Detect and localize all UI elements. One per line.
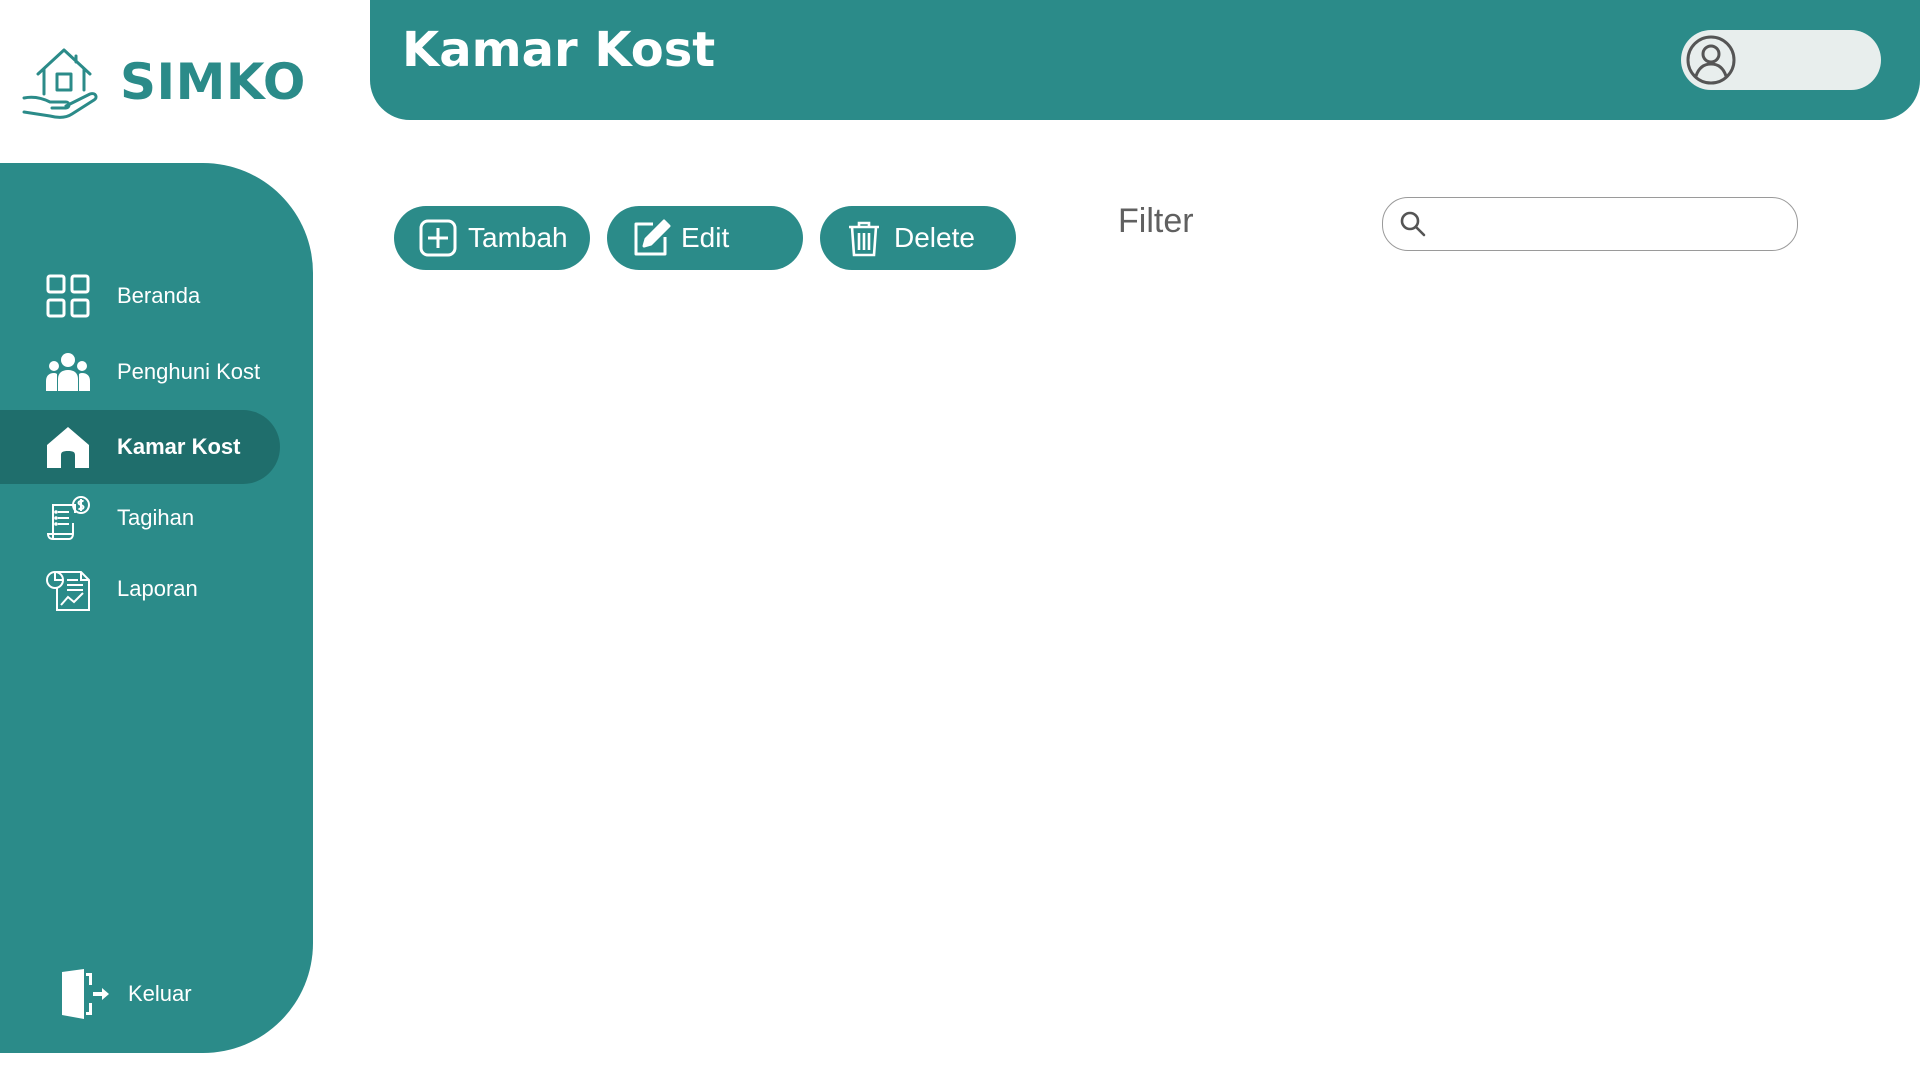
house-hand-icon (22, 48, 98, 119)
sidebar-item-label: Laporan (117, 576, 198, 601)
invoice-icon (44, 494, 92, 542)
exit-door-icon (62, 969, 109, 1019)
sidebar: Beranda Penghuni Kost Kamar Kost Tagihan… (0, 163, 313, 1053)
search-input[interactable] (1439, 206, 1783, 242)
edit-button[interactable]: Edit (607, 206, 803, 270)
search-box (1382, 197, 1798, 251)
trash-icon (849, 221, 879, 257)
profile-button[interactable] (1681, 30, 1881, 90)
report-icon (44, 565, 92, 613)
edit-icon (634, 219, 671, 256)
sidebar-item-penghuni-kost[interactable]: Penghuni Kost (0, 335, 280, 409)
home-icon (44, 423, 92, 471)
app-logo: SIMKO (20, 42, 306, 122)
sidebar-item-label: Kamar Kost (117, 434, 241, 459)
plus-square-icon (419, 219, 457, 257)
app-name: SIMKO (120, 53, 306, 111)
edit-button-label: Edit (681, 222, 730, 253)
sidebar-item-laporan[interactable]: Laporan (0, 552, 280, 626)
page-header: Kamar Kost (370, 0, 1920, 120)
logout-button[interactable]: Keluar (60, 968, 192, 1020)
sidebar-item-label: Tagihan (117, 505, 195, 530)
search-icon (1400, 211, 1426, 237)
logout-label: Keluar (128, 981, 192, 1006)
sidebar-item-label: Penghuni Kost (117, 359, 261, 384)
user-avatar-icon (1686, 35, 1736, 85)
filter-label: Filter (1118, 202, 1194, 240)
sidebar-item-beranda[interactable]: Beranda (0, 259, 280, 333)
sidebar-item-kamar-kost[interactable]: Kamar Kost (0, 410, 280, 484)
add-button[interactable]: Tambah (394, 206, 590, 270)
users-icon (44, 348, 92, 396)
add-button-label: Tambah (468, 222, 568, 253)
delete-button[interactable]: Delete (820, 206, 1016, 270)
sidebar-item-label: Beranda (117, 283, 201, 308)
dashboard-icon (44, 272, 92, 320)
page-title: Kamar Kost (402, 22, 716, 78)
sidebar-item-tagihan[interactable]: Tagihan (0, 481, 280, 555)
delete-button-label: Delete (894, 222, 975, 253)
